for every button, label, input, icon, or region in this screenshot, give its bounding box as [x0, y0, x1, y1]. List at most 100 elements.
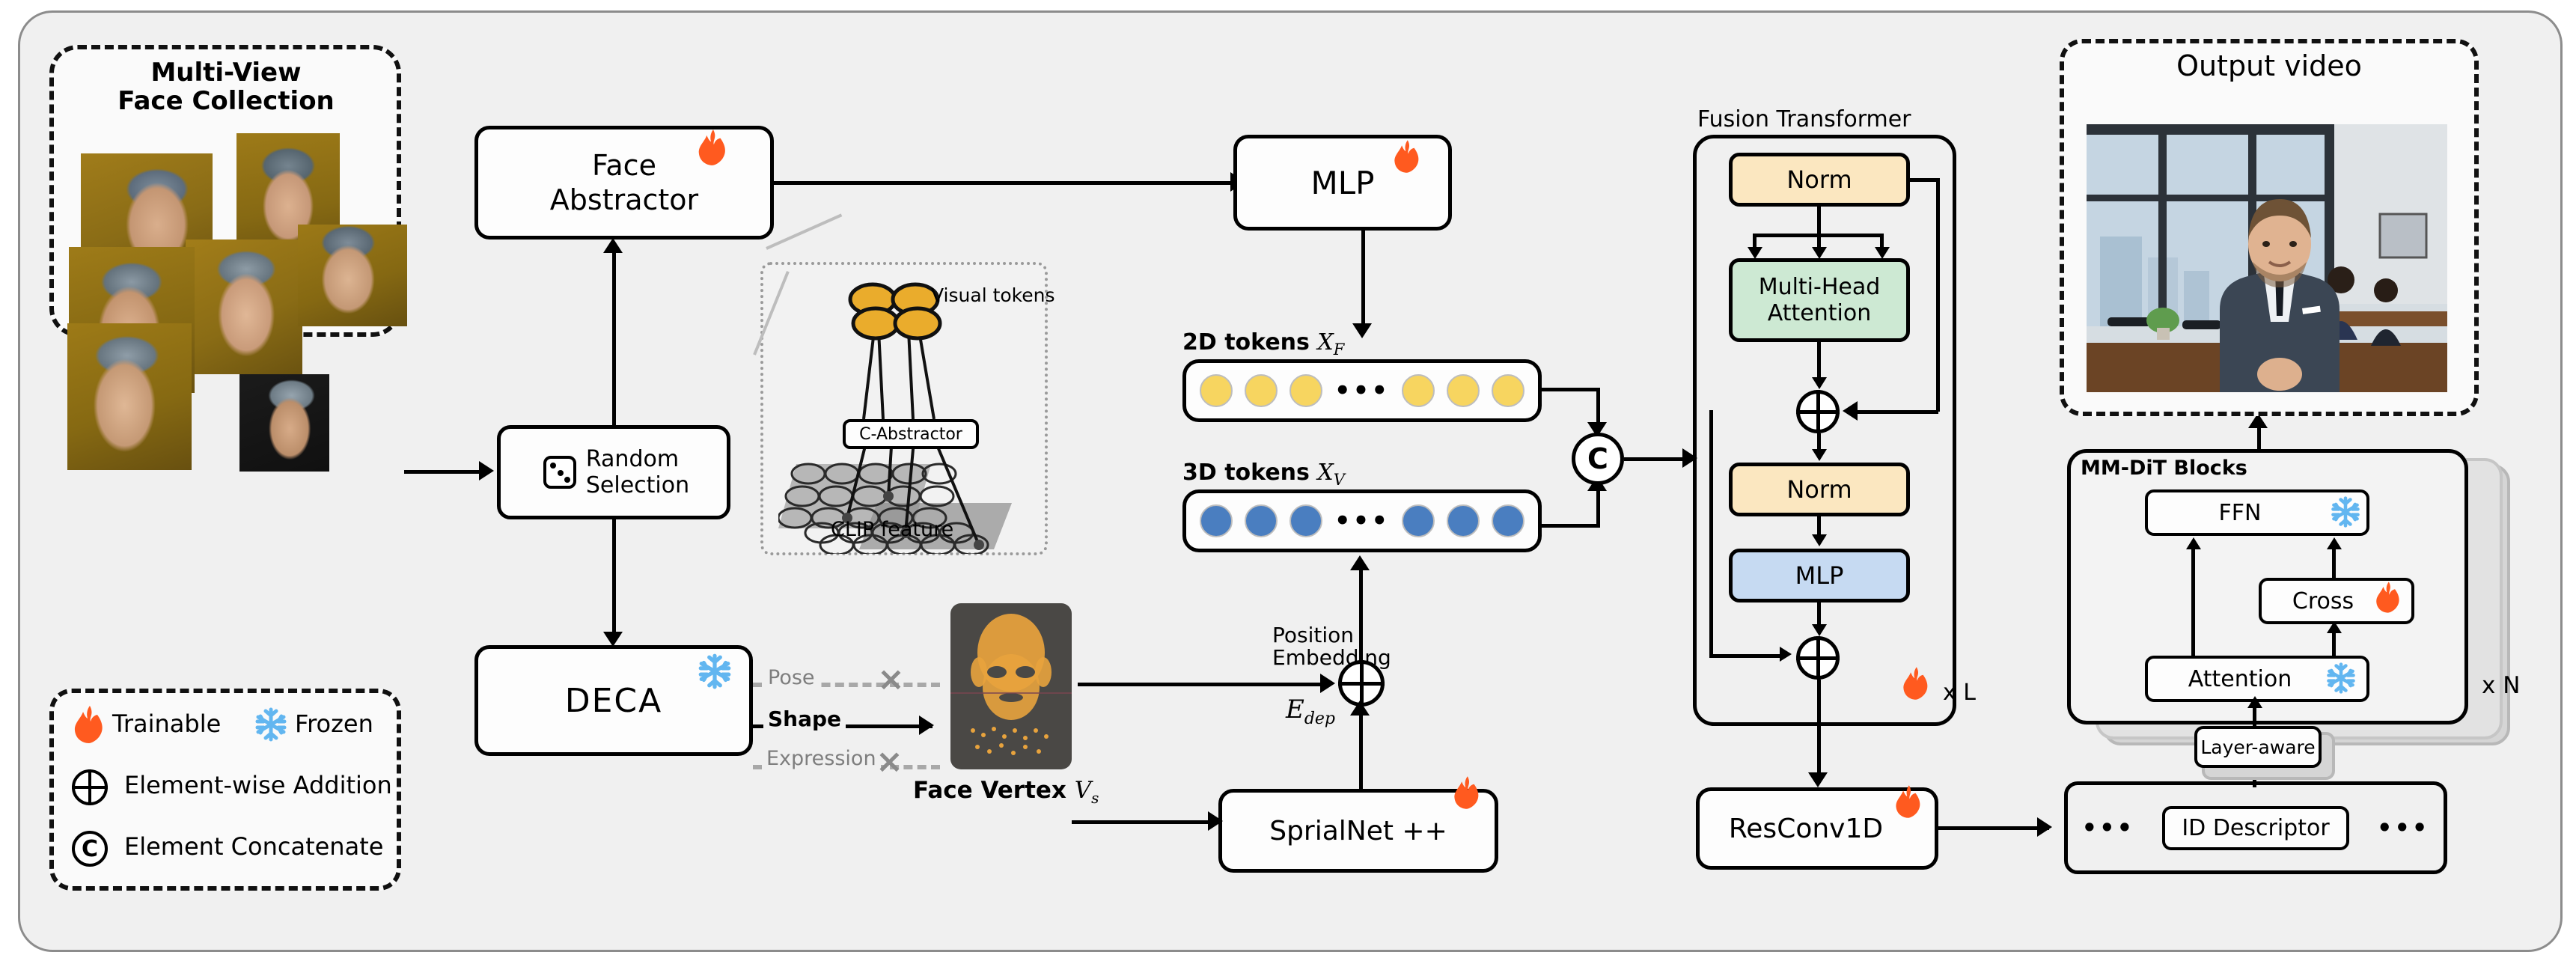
pose-disabled-x-icon: × [877, 660, 905, 698]
edge-input-to-random [404, 470, 482, 474]
elementwise-add-node [1338, 660, 1385, 707]
c-abstractor-block[interactable]: C-Abstractor [843, 419, 979, 449]
expression-disabled-x-icon: × [876, 742, 903, 781]
face-abstractor-block[interactable]: Face Abstractor [474, 126, 774, 240]
edge-resconv-to-iddesc [1938, 826, 2049, 830]
arrowhead [2327, 621, 2342, 633]
tokens-3d-bar: ••• [1182, 489, 1542, 552]
visual-tokens-label: Visual tokens [931, 284, 1055, 306]
token-3d [1289, 504, 1322, 537]
legend-label-addition: Element-wise Addition [124, 771, 392, 799]
deca-output-pose-label: Pose [763, 666, 820, 689]
token-2d [1244, 374, 1278, 407]
flame-icon [1896, 785, 1920, 818]
arrowhead [1812, 377, 1827, 389]
edge-random-to-abstractor [612, 244, 616, 425]
arrowhead [1812, 624, 1827, 636]
mmdit-ffn-label: FFN [2218, 499, 2262, 526]
arrowhead [2037, 817, 2052, 837]
position-embedding-label: Position Embedding [1272, 624, 1391, 668]
arrowhead [1808, 772, 1828, 787]
token-2d [1491, 374, 1524, 407]
fusion-attention-label-line1: Multi-Head [1758, 274, 1881, 300]
concat-node: C [1572, 433, 1624, 485]
mmdit-title: MM-DiT Blocks [2081, 457, 2247, 480]
arrowhead [1812, 449, 1827, 461]
edge-vertex-to-sprialnet [1072, 820, 1218, 824]
id-descriptor-right-dots: ••• [2376, 814, 2430, 842]
fusion-attention-block[interactable]: Multi-Head Attention [1729, 258, 1910, 342]
edge-v [1880, 234, 1884, 248]
circled-plus-icon [72, 769, 108, 805]
arrowhead [2327, 537, 2342, 549]
fusion-norm-top-block[interactable]: Norm [1729, 153, 1910, 207]
edge-residual1-v [1936, 178, 1940, 412]
snowflake-icon [2331, 496, 2360, 528]
fusion-mlp-block[interactable]: MLP [1729, 549, 1910, 602]
face-thumb-9 [239, 374, 329, 472]
circled-c-icon: C [72, 831, 108, 867]
face-vertex-pointcloud [950, 603, 1072, 769]
arrowhead [1320, 674, 1335, 693]
position-embedding-symbol: E [1286, 695, 1304, 724]
tokens-3d-label: 3D tokens XV [1182, 460, 1345, 489]
id-descriptor-left-dots: ••• [2081, 814, 2135, 842]
token-2d [1402, 374, 1435, 407]
token-3d [1244, 504, 1278, 537]
snowflake-icon [2327, 662, 2355, 694]
face-thumb-3 [186, 240, 302, 374]
edge-add-to-3dtokens [1359, 563, 1363, 662]
fusion-repeat-label: x L [1943, 680, 1977, 706]
flame-icon [2376, 582, 2399, 613]
id-descriptor-chip[interactable]: ID Descriptor [2162, 805, 2349, 850]
edge-norm2-to-mlp [1817, 516, 1821, 534]
arrowhead [1352, 323, 1372, 338]
edge-random-to-deca [612, 519, 616, 632]
snowflake-icon [698, 653, 731, 689]
token-3d [1446, 504, 1480, 537]
edge-vertex-to-add [1078, 683, 1331, 686]
edge-3dtokens-to-concat-v [1596, 486, 1600, 525]
layer-aware-block[interactable]: Layer-aware [2194, 726, 2322, 768]
edge-k [1817, 234, 1821, 248]
edge-2dtokens-to-concat [1539, 388, 1600, 391]
position-embedding-symbol-group: Edep [1286, 695, 1335, 728]
mlp-top-label: MLP [1310, 164, 1375, 201]
face-vertex-symbol-sub: s [1091, 789, 1099, 808]
token-2d [1446, 374, 1480, 407]
random-selection-block[interactable]: Random Selection [497, 425, 730, 519]
tokens-2d-label-text: 2D tokens [1182, 329, 1318, 356]
face-abstractor-label-line2: Abstractor [549, 183, 699, 216]
arrowhead [1208, 811, 1223, 831]
resconv1d-label: ResConv1D [1728, 813, 1884, 844]
flame-icon [698, 129, 725, 165]
token-3d [1491, 504, 1524, 537]
clip-feature-label: CLIP feature [831, 518, 954, 541]
arrowhead [603, 632, 623, 647]
arrowhead [479, 461, 494, 481]
face-vertex-symbol: V [1074, 777, 1092, 804]
face-vertex-caption: Face Vertex Vs [913, 777, 1099, 807]
position-embedding-symbol-sub: dep [1304, 709, 1336, 728]
arrowhead [603, 238, 623, 253]
arrowhead [1748, 247, 1762, 259]
fusion-transformer-title: Fusion Transformer [1697, 106, 1911, 132]
arrowhead [1812, 247, 1827, 259]
edge-residual1-h2 [1855, 410, 1938, 414]
output-video-frame [2087, 124, 2447, 392]
edge-norm-to-split [1817, 207, 1821, 237]
edge-abstractor-to-mlp [774, 181, 1233, 185]
edge-2dtokens-to-concat-v [1596, 388, 1600, 425]
output-video-title: Output video [2176, 49, 2362, 82]
edge-fusion-to-resconv [1817, 680, 1821, 778]
face-vertex-caption-text: Face Vertex [913, 777, 1075, 804]
fusion-norm-bottom-block[interactable]: Norm [1729, 463, 1910, 516]
fusion-norm-bottom-label: Norm [1786, 475, 1852, 504]
tokens-3d-label-text: 3D tokens [1182, 460, 1318, 486]
architecture-diagram-canvas: Multi-View Face Collection Trainable Fro… [0, 0, 2576, 961]
arrowhead [2247, 696, 2262, 708]
deca-label: DECA [564, 681, 663, 720]
layer-aware-label: Layer-aware [2200, 736, 2316, 758]
tokens-3d-symbol: X [1317, 460, 1334, 486]
position-embedding-line1: Position [1272, 623, 1355, 647]
